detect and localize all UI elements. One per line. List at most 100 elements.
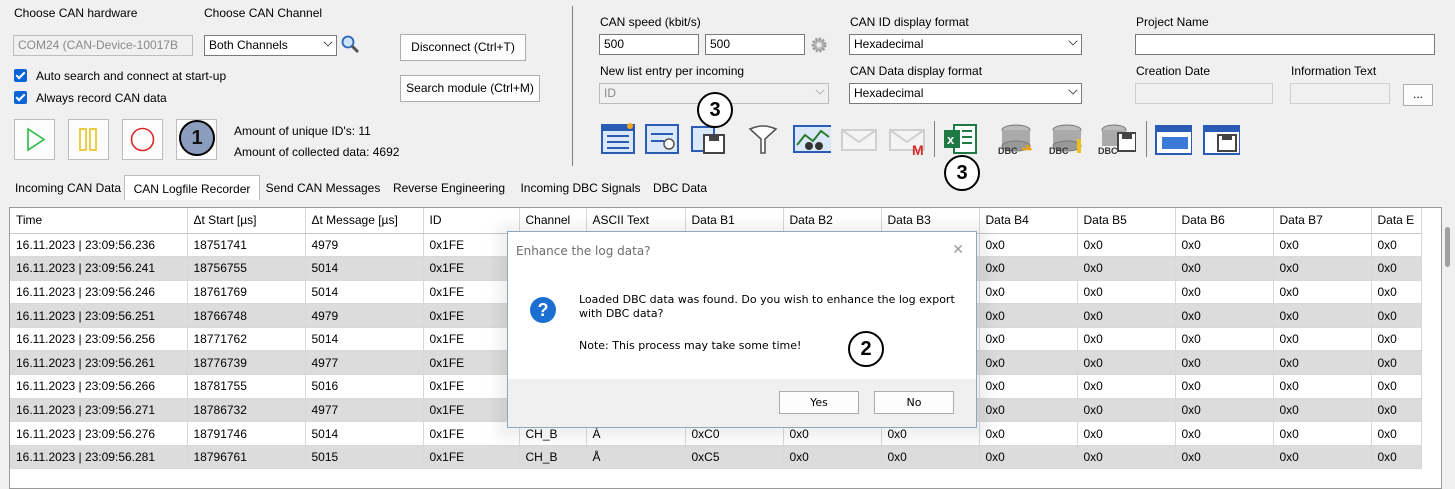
auto-search-checkbox[interactable] <box>14 69 27 82</box>
pause-button[interactable] <box>68 119 109 160</box>
tab-can-logfile-recorder[interactable]: CAN Logfile Recorder <box>124 175 260 200</box>
table-cell: 0x0 <box>1273 233 1372 258</box>
tab-reverse-engineering[interactable]: Reverse Engineering <box>386 177 512 201</box>
column-header[interactable]: Data B7 <box>1273 208 1372 234</box>
table-cell: 4979 <box>305 303 424 328</box>
column-header[interactable]: Data B6 <box>1175 208 1274 234</box>
window-save-icon[interactable] <box>1200 121 1240 157</box>
id-format-select[interactable]: Hexadecimal <box>849 34 1082 55</box>
data-format-select[interactable]: Hexadecimal <box>849 83 1082 104</box>
callout-3-bottom: 3 <box>944 155 980 191</box>
separator <box>572 6 573 166</box>
mail-icon[interactable] <box>838 121 878 157</box>
table-cell: 0x0 <box>1273 398 1372 423</box>
search-icon[interactable] <box>340 34 360 54</box>
gmail-icon[interactable]: M <box>886 121 926 157</box>
callout-3-top: 3 <box>697 92 733 128</box>
svg-text:DBC: DBC <box>998 146 1018 156</box>
toolbar-separator-2 <box>1146 121 1147 157</box>
table-cell: 18751741 <box>187 233 306 258</box>
column-header[interactable]: Δt Message [µs] <box>305 208 424 234</box>
gear-icon[interactable] <box>810 36 828 54</box>
unique-ids-text: Amount of unique ID's: 11 <box>234 124 371 138</box>
table-cell: 16.11.2023 | 23:09:56.246 <box>10 280 188 305</box>
table-cell: 4979 <box>305 233 424 258</box>
table-cell: 0x0 <box>1273 421 1372 446</box>
scrollbar-thumb[interactable] <box>1445 227 1450 267</box>
table-cell: 0x0 <box>1371 327 1422 352</box>
svg-text:DBC: DBC <box>1049 146 1069 156</box>
pause-icon <box>79 128 97 151</box>
no-button[interactable]: No <box>874 391 954 414</box>
yes-button[interactable]: Yes <box>779 391 859 414</box>
chevron-down-icon <box>1068 85 1078 95</box>
table-cell: 16.11.2023 | 23:09:56.261 <box>10 350 188 376</box>
table-cell: 0x0 <box>1077 233 1176 258</box>
table-row[interactable]: 16.11.2023 | 23:09:56.281 18796761 5015 0x1… <box>10 445 1422 470</box>
table-cell: 5014 <box>305 280 424 305</box>
table-cell: 0x0 <box>1077 303 1176 328</box>
info-text-label: Information Text <box>1291 64 1377 78</box>
column-header[interactable]: Time <box>10 208 188 234</box>
can-speed-input[interactable]: 500 <box>599 34 699 55</box>
table-cell: 16.11.2023 | 23:09:56.266 <box>10 374 188 399</box>
project-name-input[interactable] <box>1135 34 1435 55</box>
info-text-input[interactable] <box>1290 83 1390 104</box>
excel-icon[interactable]: x <box>940 121 980 157</box>
table-cell: 16.11.2023 | 23:09:56.241 <box>10 256 188 281</box>
close-icon[interactable]: ✕ <box>952 241 964 258</box>
column-header[interactable]: Data B4 <box>979 208 1078 234</box>
dbc-edit-icon[interactable]: DBC <box>1045 121 1085 157</box>
svg-text:DBC: DBC <box>1098 146 1118 156</box>
play-button[interactable] <box>14 119 55 160</box>
window-icon[interactable] <box>1152 121 1192 157</box>
id-format-label: CAN ID display format <box>850 15 969 29</box>
search-module-button[interactable]: Search module (Ctrl+M) <box>400 75 540 102</box>
table-cell: 0x0 <box>783 445 882 470</box>
chevron-down-icon <box>1068 36 1078 46</box>
table-cell: 0x0 <box>1273 303 1372 328</box>
browse-button[interactable]: ... <box>1403 84 1433 106</box>
disconnect-button[interactable]: Disconnect (Ctrl+T) <box>400 34 526 61</box>
tab-dbc-data[interactable]: DBC Data <box>649 177 711 201</box>
column-header[interactable]: Δt Start [µs] <box>187 208 306 234</box>
hardware-select[interactable]: COM24 (CAN-Device-10017B <box>13 35 193 56</box>
table-cell: 18776739 <box>187 350 306 376</box>
table-cell: 0x0 <box>1077 445 1176 470</box>
table-cell: 0x0 <box>1077 374 1176 399</box>
record-button[interactable] <box>122 119 163 160</box>
dbc-save-icon[interactable]: DBC <box>1096 121 1136 157</box>
table-cell: 16.11.2023 | 23:09:56.276 <box>10 421 188 446</box>
column-header[interactable]: Data E <box>1371 208 1422 234</box>
tab-incoming-can-data[interactable]: Incoming CAN Data <box>12 177 124 201</box>
tab-incoming-dbc-signals[interactable]: Incoming DBC Signals <box>512 177 649 201</box>
toolbar-separator <box>934 121 935 157</box>
table-cell: 0x0 <box>979 421 1078 446</box>
table-cell: 0xC5 <box>685 445 784 470</box>
table-cell: 0x0 <box>979 303 1078 328</box>
creation-date-input[interactable] <box>1135 83 1273 104</box>
table-cell: 0x0 <box>1371 350 1422 376</box>
table-cell: 0x0 <box>979 398 1078 423</box>
table-cell: 0x0 <box>1077 350 1176 376</box>
table-cell: 5016 <box>305 374 424 399</box>
column-header[interactable]: Data B5 <box>1077 208 1176 234</box>
table-cell: 5014 <box>305 256 424 281</box>
tab-send-can-messages[interactable]: Send CAN Messages <box>260 177 386 201</box>
filter-icon[interactable] <box>748 121 788 157</box>
always-record-checkbox[interactable] <box>14 91 27 104</box>
list-icon[interactable] <box>598 121 638 157</box>
hardware-select-value: COM24 (CAN-Device-10017B <box>18 38 179 52</box>
dbc-load-icon[interactable]: DBC <box>994 121 1034 157</box>
channel-select[interactable]: Both Channels <box>204 35 337 56</box>
table-cell: CH_B <box>519 445 587 470</box>
list-search-icon[interactable] <box>642 121 682 157</box>
table-cell: 0x0 <box>1175 445 1274 470</box>
new-list-value: ID <box>604 86 616 100</box>
table-cell: 0x1FE <box>423 445 520 470</box>
can-speed-input-2[interactable]: 500 <box>705 34 805 55</box>
vertical-scrollbar[interactable] <box>1442 207 1455 489</box>
new-list-label: New list entry per incoming <box>600 64 745 78</box>
table-cell: 16.11.2023 | 23:09:56.236 <box>10 233 188 258</box>
graph-icon[interactable] <box>791 121 831 157</box>
